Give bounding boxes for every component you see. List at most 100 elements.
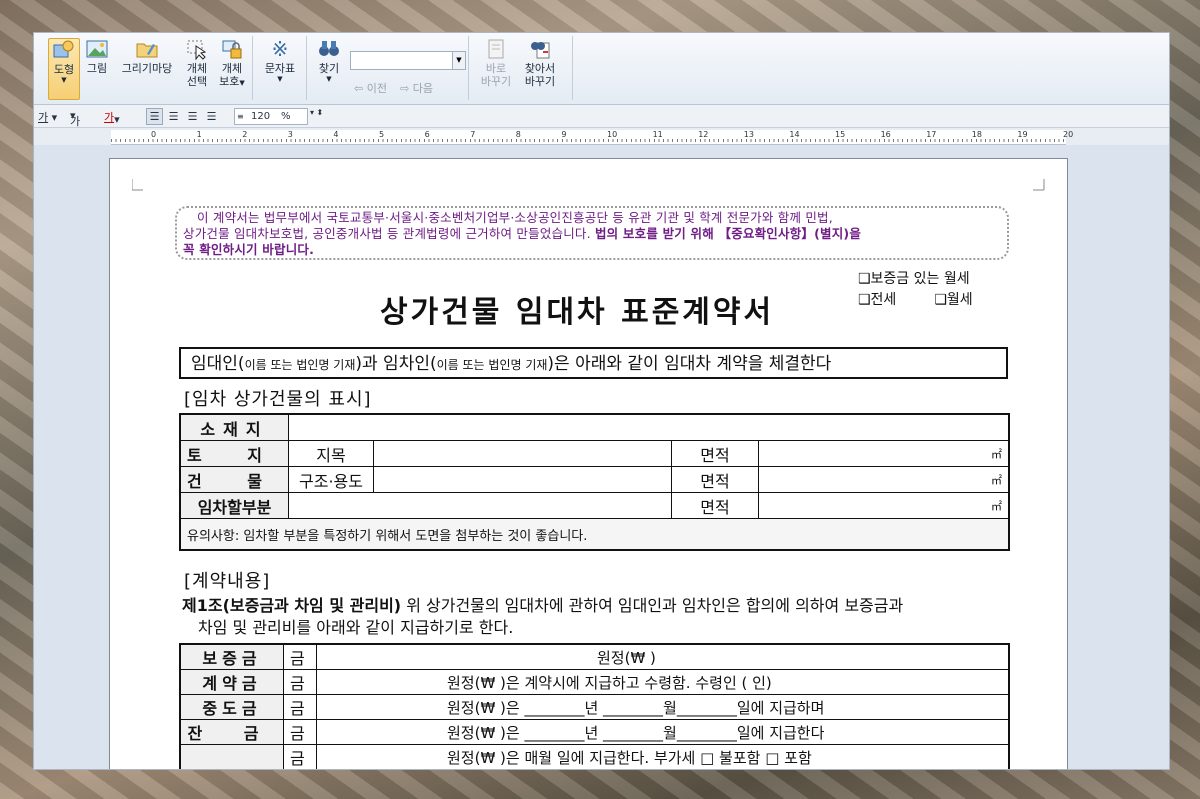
ribbon-group-symbol: ※ 문자표 ▼: [254, 36, 307, 100]
table-row: 유의사항: 임차할 부분을 특정하기 위해서 도면을 첨부하는 것이 좋습니다.: [179, 518, 1010, 551]
building-area-cell[interactable]: ㎡: [758, 466, 1010, 493]
property-table: 소재지 토 지 지목 면적 ㎡ 건 물 구조·용도 면적 ㎡ 임차할부분 면적 …: [179, 413, 1010, 551]
find-button-label: 찾기: [318, 62, 340, 75]
font-color-button[interactable]: 가 ▾: [104, 109, 120, 126]
shape-button-label: 도형: [53, 63, 75, 76]
find-button[interactable]: 찾기 ▼: [314, 38, 344, 83]
drawing-gallery-button[interactable]: 그리기마당: [116, 38, 178, 75]
parties-hint-b: 이름 또는 법인명 기재: [436, 358, 548, 372]
ribbon-group-drawing: 도형 ▼ 그림 그리기마당 개체 선택 개체 보호▼: [44, 36, 253, 100]
ruler-tick-label: 12: [698, 130, 709, 139]
line-spacing-field[interactable]: ≡ 120 %: [234, 108, 308, 125]
contract-deposit-cell[interactable]: 원정(₩ )은 계약시에 지급하고 수령함. 수령인 ( 인): [316, 669, 1010, 695]
payment-table: 보증금 금 원정(₩ ) 계약금 금 원정(₩ )은 계약시에 지급하고 수령함…: [179, 643, 1010, 769]
table-row: 소재지: [179, 413, 1010, 441]
deposit-gum: 금: [283, 643, 317, 670]
rent-cell[interactable]: 원정(₩ )은 매월 일에 지급한다. 부가세 □ 불포함 □ 포함: [316, 744, 1010, 769]
align-left-icon[interactable]: ☰: [165, 108, 182, 125]
drawing-attachment-note: 유의사항: 임차할 부분을 특정하기 위해서 도면을 첨부하는 것이 좋습니다.: [179, 518, 1010, 551]
margin-corner-mark: [1033, 179, 1045, 191]
format-toolbar: 가 ▾ 가 ▾ 가 ▾ ☰ ☰ ☰ ☰ ≡ 120 % ▾ ⬍: [34, 105, 1169, 128]
table-row: 계약금 금 원정(₩ )은 계약시에 지급하고 수령함. 수령인 ( 인): [179, 669, 1010, 695]
drawing-gallery-label: 그리기마당: [121, 62, 173, 75]
location-header: 소재지: [179, 413, 290, 441]
contract-gum: 금: [283, 669, 317, 695]
word-processor-window: 도형 ▼ 그림 그리기마당 개체 선택 개체 보호▼ ※ 문자표 ▼ 찾기 ▼ …: [33, 32, 1170, 770]
section-heading-contract: [계약내용]: [184, 571, 271, 592]
lease-area-cell[interactable]: ㎡: [758, 492, 1010, 519]
symbol-button-label: 문자표: [264, 62, 296, 75]
article-1-text: 위 상가건물의 임대차에 관하여 임대인과 임차인은 합의에 의하여 보증금과: [401, 596, 904, 615]
document-page[interactable]: 이 계약서는 법무부에서 국토교통부·서울시·중소벤처기업부·소상공인진흥공단 …: [109, 158, 1068, 769]
font-size-button[interactable]: 가 ▾: [70, 109, 80, 128]
ruler-tick-label: 7: [470, 130, 476, 139]
lease-part-cell[interactable]: [288, 492, 673, 519]
check-monthly[interactable]: ❑월세: [934, 292, 972, 308]
quick-replace-label-2: 바꾸기: [480, 75, 512, 88]
symbol-button[interactable]: ※ 문자표 ▼: [262, 38, 298, 83]
rent-header: [179, 744, 284, 769]
protect-object-label-2: 보호: [219, 75, 240, 88]
line-spacing-spinner[interactable]: ▾ ⬍: [310, 108, 323, 117]
contract-type-checkboxes: ❑보증금 있는 월세 ❑전세 ❑월세: [858, 269, 973, 311]
select-cursor-icon: [187, 40, 207, 60]
land-area-cell[interactable]: ㎡: [758, 440, 1010, 467]
ribbon-group-replace: 바로 바꾸기 찾아서 바꾸기: [472, 36, 573, 100]
align-center-icon[interactable]: ☰: [184, 108, 201, 125]
align-justify-icon[interactable]: ☰: [146, 108, 163, 125]
lock-icon: [222, 40, 242, 59]
article-1-title: 제1조(보증금과 차임 및 관리비): [182, 596, 402, 615]
parties-hint-a: 이름 또는 법인명 기재: [244, 358, 356, 372]
font-style-label: 가: [38, 111, 49, 124]
ruler-tick-label: 2: [242, 130, 248, 139]
table-row: 금 원정(₩ )은 매월 일에 지급한다. 부가세 □ 불포함 □ 포함: [179, 744, 1010, 769]
align-right-icon[interactable]: ☰: [203, 108, 220, 125]
check-jeonse[interactable]: ❑전세: [858, 292, 896, 308]
find-text-combo[interactable]: ▼: [350, 51, 466, 70]
protect-object-button[interactable]: 개체 보호▼: [216, 38, 248, 90]
ruler-tick-label: 15: [835, 130, 846, 139]
ruler-tick-label: 0: [151, 130, 157, 139]
find-replace-button[interactable]: 찾아서 바꾸기: [520, 38, 560, 88]
deposit-amount-cell[interactable]: 원정(₩ ): [316, 643, 1010, 670]
horizontal-ruler[interactable]: 0 1 2 3 4 5 6 7 8 9 10 11 12 13 14 15 16 17 18 19 20: [111, 130, 1073, 145]
land-header: 토 지: [179, 440, 290, 467]
building-structure-cell[interactable]: [373, 466, 673, 493]
prev-button[interactable]: ⇦ 이전: [354, 80, 387, 96]
next-button[interactable]: ⇨ 다음: [400, 80, 433, 96]
check-deposit-monthly[interactable]: ❑보증금 있는 월세: [858, 269, 973, 290]
contract-deposit-header: 계약금: [179, 669, 284, 695]
ruler-tick-label: 10: [607, 130, 618, 139]
middle-gum: 금: [283, 694, 317, 720]
document-workspace: 이 계약서는 법무부에서 국토교통부·서울시·중소벤처기업부·소상공인진흥공단 …: [34, 145, 1169, 769]
location-cell[interactable]: [288, 413, 1010, 441]
quick-replace-button[interactable]: 바로 바꾸기: [478, 38, 514, 88]
document-title: 상가건물 임대차 표준계약서: [380, 295, 775, 330]
middle-payment-cell[interactable]: 원정(₩ )은 ________년 ________월________일에 지급…: [316, 694, 1010, 720]
folder-drawing-icon: [136, 43, 158, 58]
ruler-tick-label: 9: [561, 130, 567, 139]
parties-statement: 임대인(이름 또는 법인명 기재)과 임차인(이름 또는 법인명 기재)은 아래…: [179, 347, 1008, 379]
next-button-label: 다음: [412, 82, 433, 95]
land-type-cell[interactable]: [373, 440, 673, 467]
picture-button[interactable]: 그림: [82, 38, 112, 75]
font-style-button[interactable]: 가 ▾: [38, 109, 57, 125]
arrow-left-icon: ⇦: [354, 82, 364, 95]
ruler-tick-label: 6: [424, 130, 430, 139]
land-area-label: 면적: [671, 440, 760, 467]
select-object-button[interactable]: 개체 선택: [182, 38, 212, 88]
shape-button[interactable]: 도형 ▼: [48, 38, 80, 100]
ruler-tick-label: 20: [1063, 130, 1074, 139]
line-spacing-unit: %: [281, 111, 291, 122]
protect-object-label-1: 개체: [221, 62, 243, 75]
rent-gum: 금: [283, 744, 317, 769]
building-structure-label: 구조·용도: [288, 466, 375, 493]
chevron-down-icon[interactable]: ▼: [452, 52, 465, 69]
legal-notice-box: 이 계약서는 법무부에서 국토교통부·서울시·중소벤처기업부·소상공인진흥공단 …: [175, 206, 1009, 260]
find-replace-label-2: 바꾸기: [524, 75, 556, 88]
table-row: 건 물 구조·용도 면적 ㎡: [179, 466, 1010, 493]
balance-cell[interactable]: 원정(₩ )은 ________년 ________월________일에 지급…: [316, 719, 1010, 745]
shape-icon: [53, 40, 74, 58]
font-size-label: 가: [70, 115, 81, 128]
lease-part-header: 임차할부분: [179, 492, 290, 519]
